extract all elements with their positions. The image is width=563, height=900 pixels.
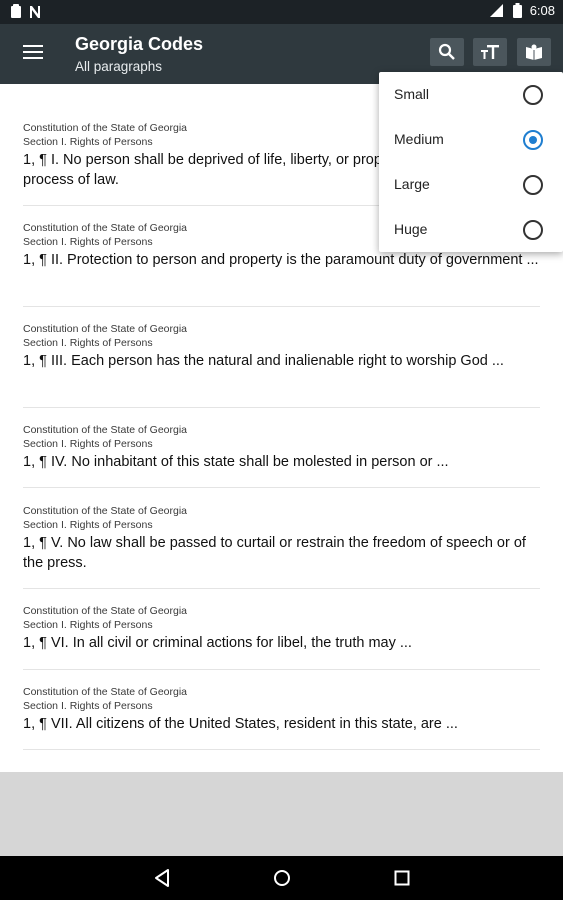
list-item[interactable]: Constitution of the State of Georgia Sec… bbox=[23, 604, 540, 670]
status-bar: 6:08 bbox=[0, 0, 563, 24]
text-size-menu: Small Medium Large Huge bbox=[379, 72, 563, 252]
item-source: Constitution of the State of Georgia bbox=[23, 323, 188, 335]
item-text: 1, ¶ III. Each person has the natural an… bbox=[23, 353, 504, 369]
option-label: Small bbox=[394, 86, 430, 102]
menu-button[interactable] bbox=[22, 43, 48, 65]
item-text: 1, ¶ IV. No inhabitant of this state sha… bbox=[23, 454, 449, 470]
item-source: Constitution of the State of Georgia bbox=[23, 424, 188, 436]
recents-button[interactable] bbox=[390, 866, 414, 890]
option-label: Medium bbox=[394, 131, 444, 147]
option-label: Large bbox=[394, 176, 430, 192]
radio-button[interactable] bbox=[523, 220, 543, 240]
empty-area bbox=[0, 772, 563, 856]
option-label: Huge bbox=[394, 221, 428, 237]
app-title: Georgia Codes bbox=[75, 34, 204, 54]
text-size-button[interactable] bbox=[473, 38, 507, 66]
item-text: 1, ¶ II. Protection to person and proper… bbox=[23, 252, 539, 268]
text-size-option-small[interactable]: Small bbox=[379, 72, 563, 117]
back-icon bbox=[155, 869, 169, 887]
list-item[interactable]: Constitution of the State of Georgia Sec… bbox=[23, 685, 540, 750]
n-notification-icon bbox=[30, 5, 40, 18]
item-section: Section I. Rights of Persons bbox=[23, 438, 153, 450]
navigation-bar bbox=[0, 856, 563, 900]
clipboard-icon bbox=[11, 4, 21, 18]
hamburger-menu-icon bbox=[23, 45, 43, 59]
list-item[interactable]: Constitution of the State of Georgia Sec… bbox=[23, 504, 540, 589]
search-button[interactable] bbox=[430, 38, 464, 66]
home-button[interactable] bbox=[270, 866, 294, 890]
item-text: 1, ¶ V. No law shall be passed to curtai… bbox=[23, 535, 526, 571]
radio-button[interactable] bbox=[523, 175, 543, 195]
status-time: 6:08 bbox=[529, 3, 555, 18]
item-section: Section I. Rights of Persons bbox=[23, 337, 153, 349]
battery-icon bbox=[512, 3, 522, 18]
book-icon bbox=[526, 44, 542, 60]
item-section: Section I. Rights of Persons bbox=[23, 519, 153, 531]
item-text: 1, ¶ VII. All citizens of the United Sta… bbox=[23, 716, 458, 732]
signal-icon bbox=[489, 4, 503, 17]
list-item[interactable]: Constitution of the State of Georgia Sec… bbox=[23, 322, 540, 408]
text-size-option-large[interactable]: Large bbox=[379, 162, 563, 207]
item-source: Constitution of the State of Georgia bbox=[23, 686, 188, 698]
item-section: Section I. Rights of Persons bbox=[23, 700, 153, 712]
text-size-option-medium[interactable]: Medium bbox=[379, 117, 563, 162]
text-size-option-huge[interactable]: Huge bbox=[379, 207, 563, 252]
app-subtitle: All paragraphs bbox=[75, 59, 163, 74]
item-text: 1, ¶ VI. In all civil or criminal action… bbox=[23, 635, 412, 651]
radio-button[interactable] bbox=[523, 85, 543, 105]
recents-icon bbox=[394, 870, 410, 886]
radio-button-selected[interactable] bbox=[523, 130, 543, 150]
item-source: Constitution of the State of Georgia bbox=[23, 505, 188, 517]
item-section: Section I. Rights of Persons bbox=[23, 619, 153, 631]
home-icon bbox=[274, 870, 290, 886]
text-size-icon bbox=[481, 45, 499, 59]
search-icon bbox=[438, 43, 455, 60]
item-source: Constitution of the State of Georgia bbox=[23, 605, 188, 617]
list-item[interactable]: Constitution of the State of Georgia Sec… bbox=[23, 423, 540, 488]
book-button[interactable] bbox=[517, 38, 551, 66]
back-button[interactable] bbox=[150, 866, 174, 890]
